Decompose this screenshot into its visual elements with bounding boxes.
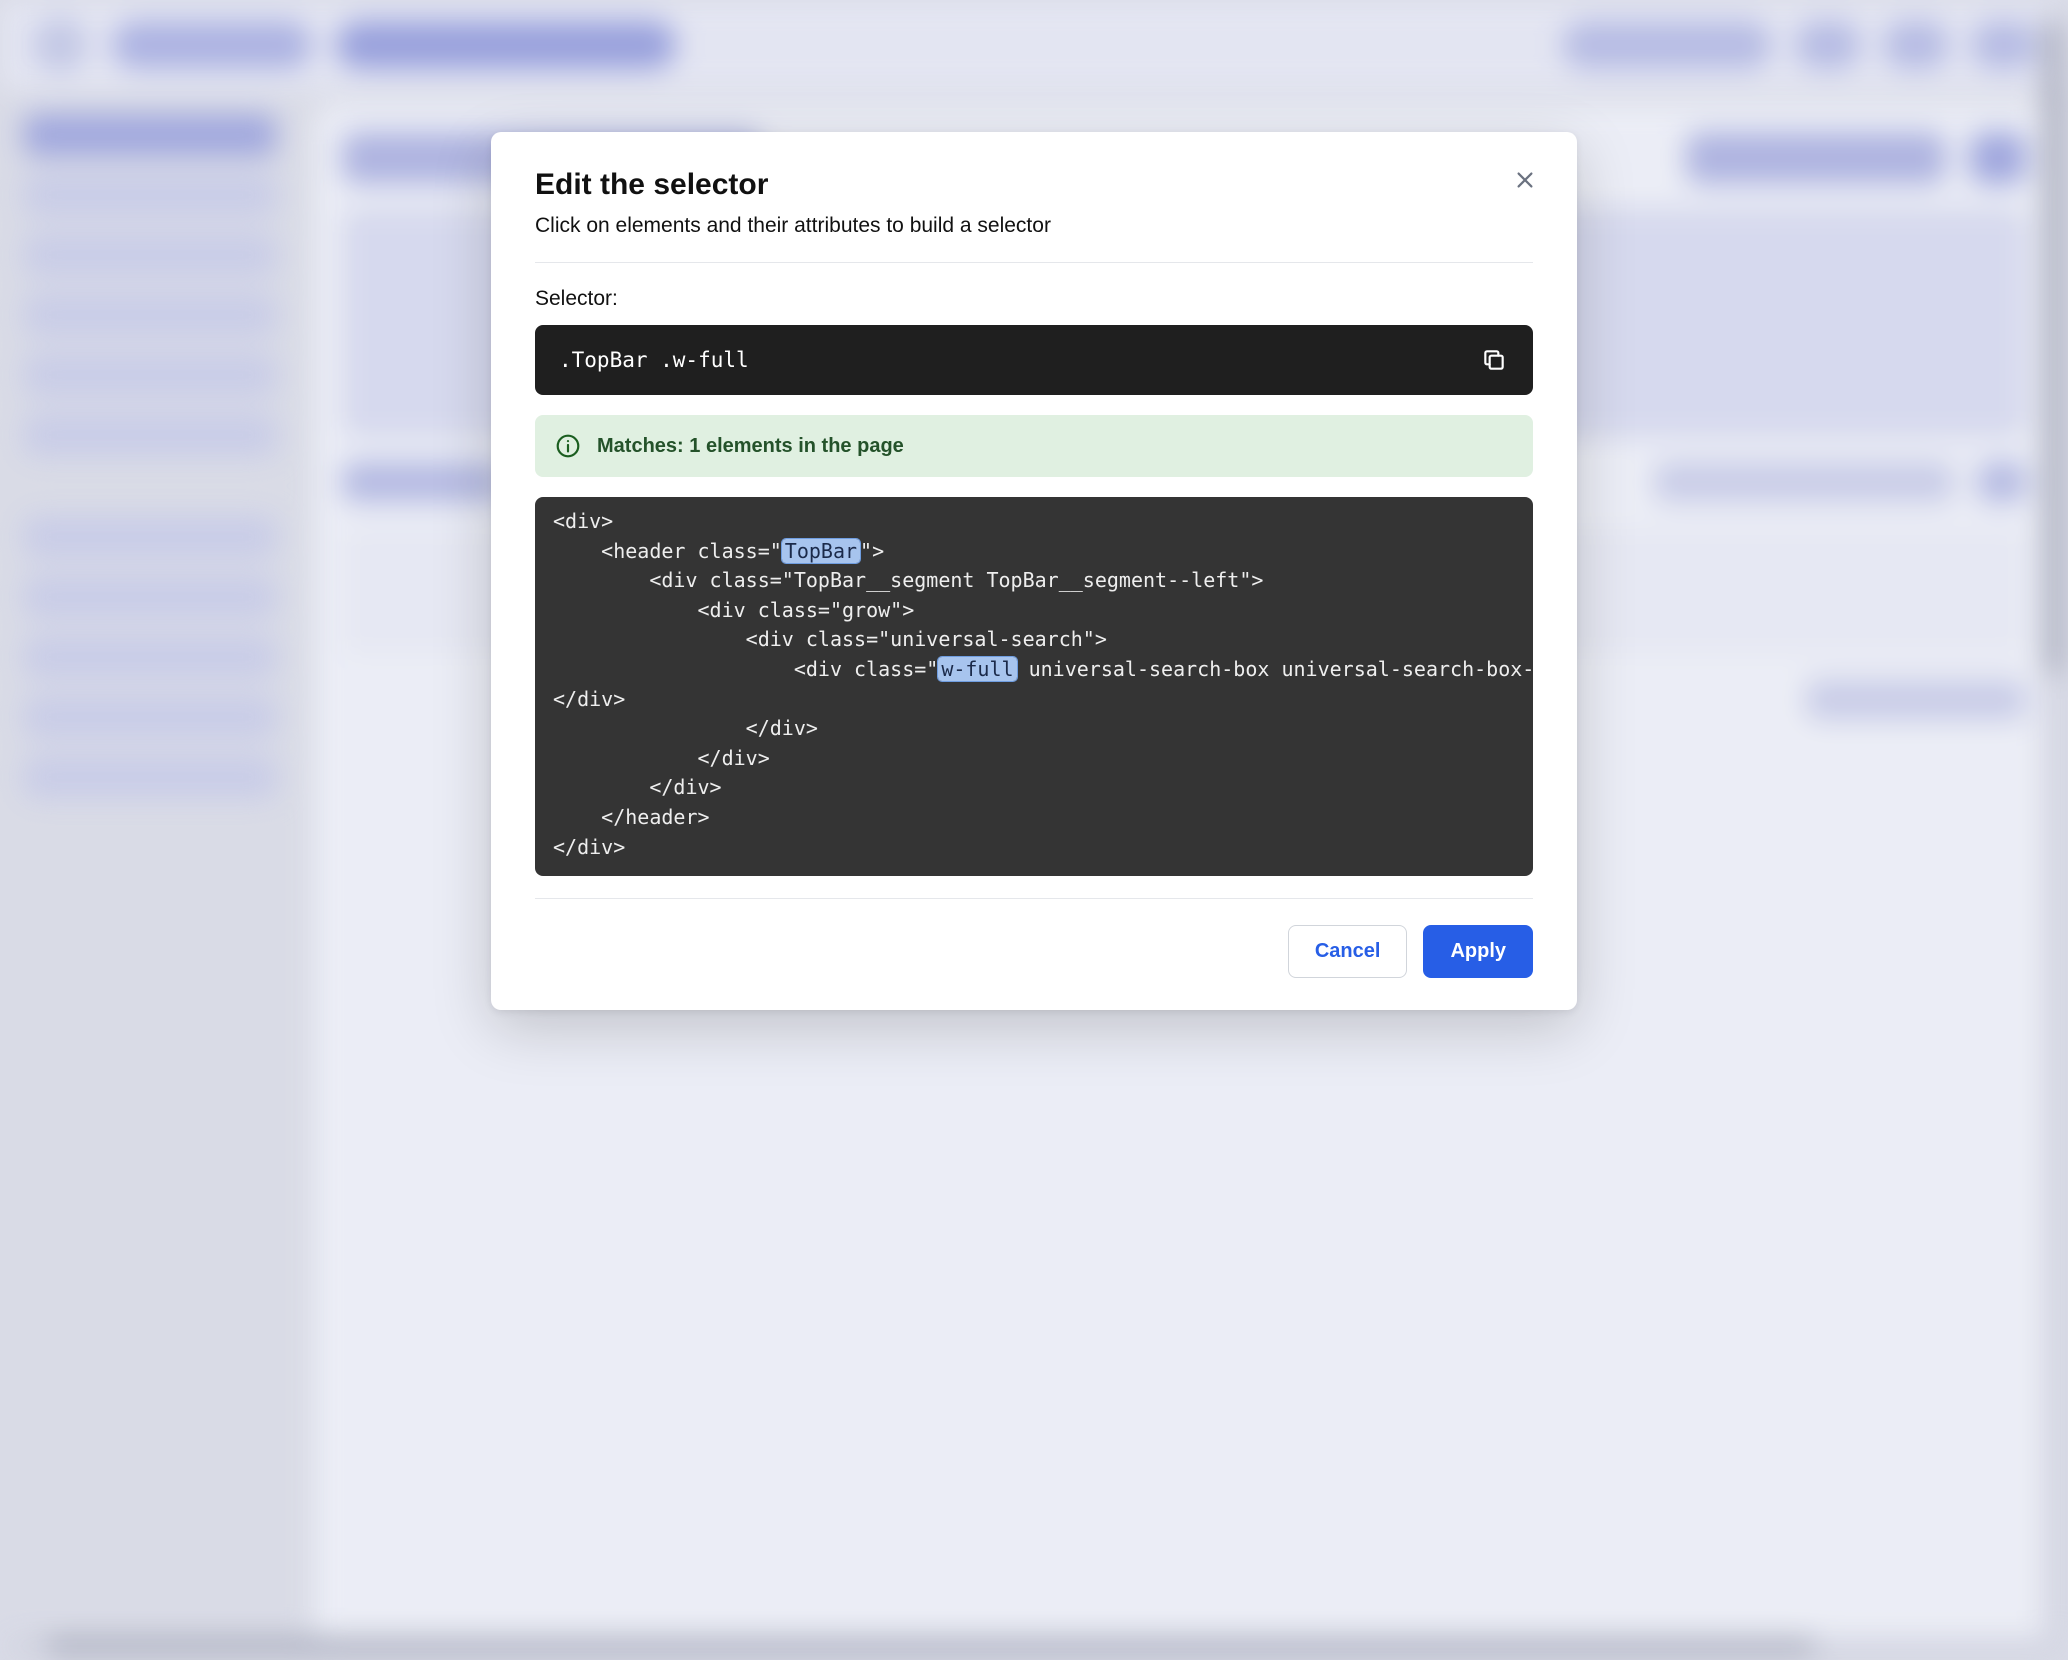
apply-button[interactable]: Apply [1423, 925, 1533, 978]
match-text: Matches: 1 elements in the page [597, 435, 904, 458]
cancel-button[interactable]: Cancel [1288, 925, 1408, 978]
selector-value-box: .TopBar .w-full [535, 325, 1533, 395]
dom-tree-code[interactable]: <div> <header class="TopBar"> <div class… [535, 497, 1533, 876]
edit-selector-modal: Edit the selector Click on elements and … [491, 132, 1577, 1010]
divider-footer [535, 898, 1533, 899]
selected-class-wfull[interactable]: w-full [938, 657, 1016, 681]
modal-subtitle: Click on elements and their attributes t… [535, 214, 1533, 238]
modal-footer: Cancel Apply [535, 925, 1533, 978]
selector-label: Selector: [535, 287, 1533, 311]
selector-value[interactable]: .TopBar .w-full [559, 348, 749, 372]
close-button[interactable] [1507, 162, 1543, 198]
info-icon [555, 433, 581, 459]
divider [535, 262, 1533, 263]
modal-overlay: Edit the selector Click on elements and … [0, 0, 2068, 1660]
match-suffix: elements in the page [706, 435, 904, 457]
copy-icon [1481, 347, 1507, 373]
modal-title: Edit the selector [535, 168, 1533, 202]
match-banner: Matches: 1 elements in the page [535, 415, 1533, 477]
match-count: 1 [689, 435, 700, 457]
selected-class-topbar[interactable]: TopBar [782, 539, 860, 563]
close-icon [1514, 169, 1536, 191]
copy-button[interactable] [1479, 345, 1509, 375]
match-prefix: Matches: [597, 435, 684, 457]
